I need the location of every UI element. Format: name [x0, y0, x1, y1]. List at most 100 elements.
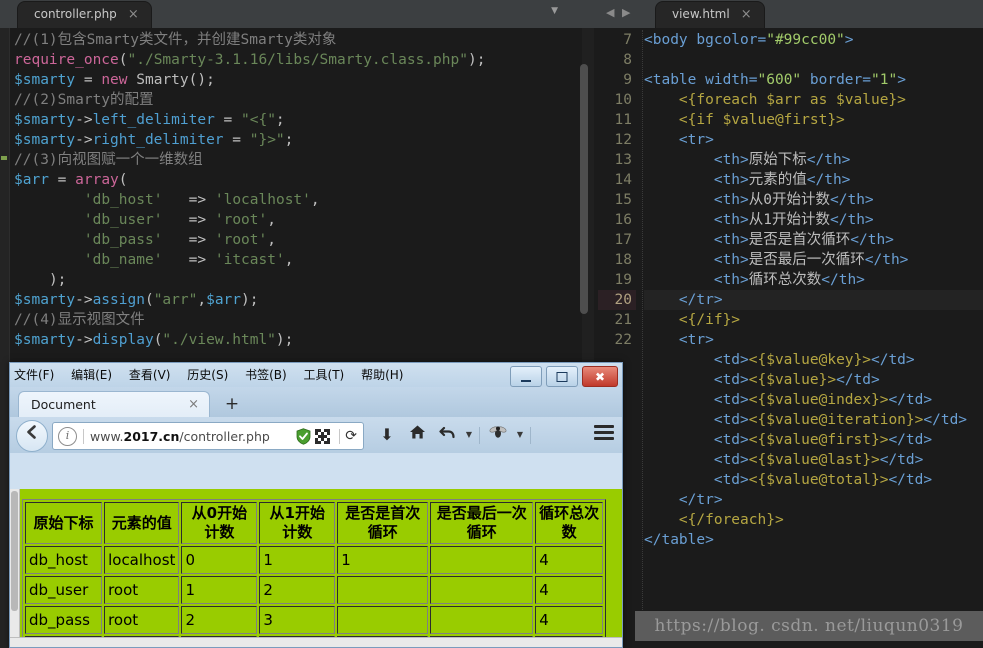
tab-view-close-icon[interactable]: ×	[741, 2, 752, 27]
vcs-change-marker	[1, 156, 7, 160]
page-horizontal-scrollbar[interactable]	[10, 637, 622, 647]
info-icon[interactable]: i	[58, 426, 77, 446]
code-line: <td><{$value@iteration}></td>	[713, 412, 968, 428]
editor-pane-view-html[interactable]: 7 8 9 10 11 12 13 14 15 16 17 18 19 20 21 22 <body bgco…	[598, 28, 983, 648]
browser-navbar: i www.2017.cn/controller.php ⟳ ⬇ ▼ ▼	[10, 417, 622, 453]
divider	[339, 428, 341, 444]
code-line: 'db_user' => 'root',	[83, 212, 276, 228]
code-line: </table>	[644, 532, 714, 548]
page-vertical-scrollbar[interactable]	[10, 489, 20, 647]
code-line: <th>循环总次数</th>	[713, 272, 865, 288]
browser-menu-button[interactable]	[594, 425, 614, 443]
shield-check-icon[interactable]	[296, 427, 311, 445]
minimize-button[interactable]	[510, 366, 542, 387]
code-line: $arr = array(	[14, 172, 128, 188]
new-tab-button[interactable]: +	[220, 391, 244, 417]
line-number: 16	[614, 212, 632, 228]
chevron-down-icon[interactable]: ▼	[462, 422, 476, 448]
table-cell	[337, 576, 429, 604]
tab-controller-php[interactable]: controller.php ×	[18, 2, 151, 28]
browser-menubar: 文件(F) 编辑(E) 查看(V) 历史(S) 书签(B) 工具(T) 帮助(H…	[10, 363, 622, 387]
code-line: </tr>	[644, 290, 983, 310]
menu-history[interactable]: 历史(S)	[187, 368, 228, 382]
code-content-view-html: <body bgcolor="#99cc00"> <table width="6…	[644, 30, 983, 550]
home-glyph	[409, 425, 425, 439]
table-cell: root	[104, 576, 180, 604]
back-arrow-icon	[27, 425, 36, 439]
code-line: 'db_name' => 'itcast',	[83, 252, 294, 268]
editor-tabbar-right: ◀ ▶ view.html ×	[598, 0, 983, 29]
menu-view[interactable]: 查看(V)	[129, 368, 171, 382]
menu-edit[interactable]: 编辑(E)	[71, 368, 112, 382]
code-line: require_once("./Smarty-3.1.16/libs/Smart…	[14, 52, 486, 68]
browser-tab-close-icon[interactable]: ×	[188, 392, 199, 418]
code-line: $smarty->left_delimiter = "<{";	[14, 112, 285, 128]
address-bar[interactable]: i www.2017.cn/controller.php ⟳	[52, 422, 364, 450]
browser-window: 文件(F) 编辑(E) 查看(V) 历史(S) 书签(B) 工具(T) 帮助(H…	[9, 362, 623, 648]
code-content-controller-php: //(1)包含Smarty类文件，并创建Smarty类对象 require_onc…	[14, 30, 598, 350]
code-line: $smarty->assign("arr",$arr);	[14, 292, 259, 308]
table-cell: 4	[535, 576, 603, 604]
menu-file[interactable]: 文件(F)	[14, 368, 54, 382]
line-number: 18	[614, 252, 632, 268]
tab-next-arrow-icon[interactable]: ▶	[622, 6, 630, 19]
line-number: 10	[614, 92, 632, 108]
home-icon[interactable]	[402, 422, 432, 448]
line-number: 17	[614, 232, 632, 248]
tab-view-html[interactable]: view.html ×	[656, 2, 764, 28]
undo-back-icon[interactable]	[432, 422, 462, 448]
code-line: <tr>	[678, 132, 714, 148]
table-cell: 0	[181, 546, 258, 574]
table-cell: root	[104, 606, 180, 634]
table-row: db_host localhost 0 1 1 4	[25, 546, 603, 574]
code-line: //(3)向视图赋一个一维数组	[14, 152, 203, 168]
table-cell: db_pass	[25, 606, 103, 634]
table-cell: localhost	[104, 546, 180, 574]
back-button[interactable]	[16, 420, 48, 452]
menu-help[interactable]: 帮助(H)	[361, 368, 403, 382]
code-line: <{foreach $arr as $value}>	[678, 92, 906, 108]
table-header-cell: 从1开始计数	[259, 502, 336, 544]
code-line: <td><{$value@last}></td>	[713, 452, 924, 468]
line-number: 21	[614, 312, 632, 328]
reload-icon[interactable]: ⟳	[345, 428, 357, 444]
browser-tab-document[interactable]: Document ×	[18, 391, 210, 418]
line-number: 8	[623, 52, 632, 68]
editor-scrollbar-thumb[interactable]	[580, 64, 588, 314]
line-number: 14	[614, 172, 632, 188]
menu-bookmarks[interactable]: 书签(B)	[245, 368, 287, 382]
qr-code-icon[interactable]	[315, 428, 331, 444]
table-cell: 2	[259, 576, 336, 604]
menu-tools[interactable]: 工具(T)	[304, 368, 345, 382]
line-number-gutter: 7 8 9 10 11 12 13 14 15 16 17 18 19 20 21 22	[598, 30, 636, 350]
close-icon: ✖	[594, 369, 606, 384]
page-scrollbar-thumb[interactable]	[11, 491, 18, 611]
code-line: <td><{$value@index}></td>	[713, 392, 933, 408]
table-cell	[337, 606, 429, 634]
watermark-text: https://blog. csdn. net/liuqun0319	[635, 611, 983, 641]
bug-icon[interactable]	[483, 422, 513, 448]
download-icon[interactable]: ⬇	[372, 422, 402, 448]
code-line: 'db_pass' => 'root',	[83, 232, 276, 248]
maximize-button[interactable]	[546, 366, 578, 387]
table-cell: 4	[535, 606, 603, 634]
code-line: <table width="600" border="1">	[644, 72, 906, 88]
chevron-down-icon[interactable]: ▼	[551, 6, 558, 16]
menu-items: 文件(F) 编辑(E) 查看(V) 历史(S) 书签(B) 工具(T) 帮助(H…	[14, 363, 416, 387]
tab-prev-arrow-icon[interactable]: ◀	[606, 6, 614, 19]
code-line: <th>元素的值</th>	[713, 172, 851, 188]
close-button[interactable]: ✖	[582, 366, 618, 387]
tab-controller-close-icon[interactable]: ×	[128, 2, 139, 27]
table-cell: 1	[259, 546, 336, 574]
table-row: db_pass root 2 3 4	[25, 606, 603, 634]
table-header-cell: 是否是首次循环	[337, 502, 429, 544]
code-line: //(4)显示视图文件	[14, 312, 145, 328]
url-text: www.2017.cn/controller.php	[90, 428, 270, 444]
tab-view-label: view.html	[672, 7, 730, 21]
code-line: <td><{$value}></td>	[713, 372, 880, 388]
table-header-cell: 原始下标	[25, 502, 103, 544]
code-line: <body bgcolor="#99cc00">	[644, 32, 854, 48]
line-number: 22	[614, 332, 632, 348]
chevron-down-icon-2[interactable]: ▼	[513, 422, 527, 448]
